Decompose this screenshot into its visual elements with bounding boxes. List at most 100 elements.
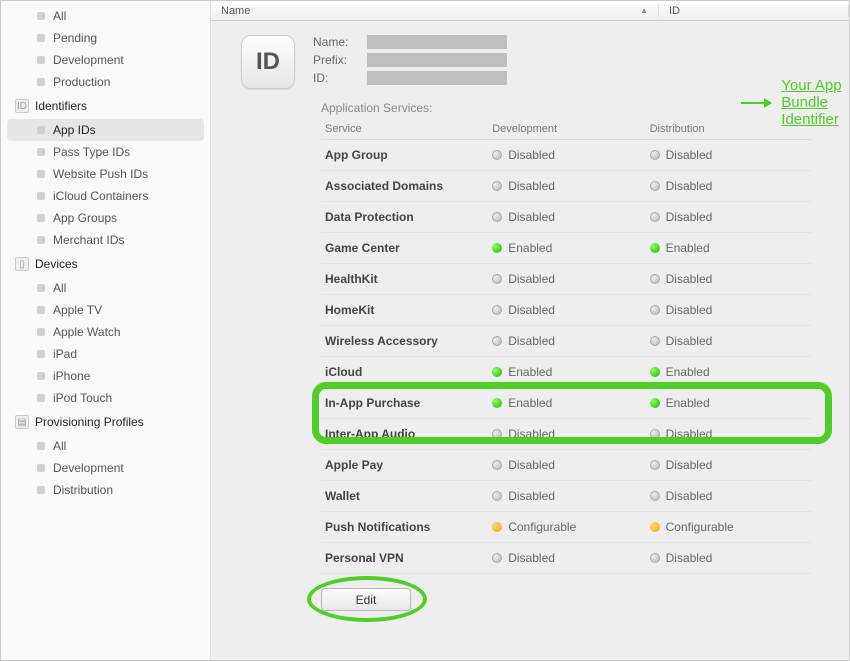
service-row: WalletDisabledDisabled	[321, 481, 811, 512]
sidebar-item[interactable]: iPhone	[1, 365, 210, 387]
status-dot-icon	[650, 553, 660, 563]
bullet-icon	[37, 56, 45, 64]
service-row: Game CenterEnabledEnabled	[321, 233, 811, 264]
column-id-label: ID	[669, 5, 680, 17]
id-value-redacted	[367, 71, 507, 85]
sidebar-item[interactable]: App Groups	[1, 207, 210, 229]
service-dist-status: Disabled	[650, 272, 807, 286]
status-text: Disabled	[666, 210, 713, 224]
status-text: Disabled	[508, 210, 555, 224]
service-name: Game Center	[325, 241, 492, 255]
service-row: Inter-App AudioDisabledDisabled	[321, 419, 811, 450]
bullet-icon	[37, 12, 45, 20]
status-dot-icon	[650, 336, 660, 346]
sidebar-item[interactable]: All	[1, 435, 210, 457]
sidebar-item[interactable]: Pending	[1, 27, 210, 49]
service-dev-status: Disabled	[492, 148, 649, 162]
status-text: Disabled	[508, 427, 555, 441]
bullet-icon	[37, 34, 45, 42]
status-text: Disabled	[666, 179, 713, 193]
sidebar-item[interactable]: Merchant IDs	[1, 229, 210, 251]
service-dev-status: Disabled	[492, 551, 649, 565]
sort-caret-icon: ▲	[640, 6, 648, 15]
sidebar-item-label: Apple TV	[53, 303, 102, 317]
sidebar-item[interactable]: Apple Watch	[1, 321, 210, 343]
service-row: Personal VPNDisabledDisabled	[321, 543, 811, 574]
sidebar-item[interactable]: Pass Type IDs	[1, 141, 210, 163]
service-dev-status: Enabled	[492, 365, 649, 379]
service-name: Wireless Accessory	[325, 334, 492, 348]
sidebar-item[interactable]: iPad	[1, 343, 210, 365]
service-row: Push NotificationsConfigurableConfigurab…	[321, 512, 811, 543]
service-row: App Group Disabled Disabled	[321, 140, 811, 171]
service-dev-status: Disabled	[492, 334, 649, 348]
sidebar-item[interactable]: App IDs	[7, 119, 204, 141]
status-text: Disabled	[666, 458, 713, 472]
main-panel: Name ▲ ID ID Name: Prefix: ID:	[211, 1, 849, 660]
service-row: Associated DomainsDisabledDisabled	[321, 171, 811, 202]
bullet-icon	[37, 192, 45, 200]
bullet-icon	[37, 170, 45, 178]
status-text: Disabled	[508, 148, 555, 162]
service-row: Wireless AccessoryDisabledDisabled	[321, 326, 811, 357]
sidebar-item[interactable]: Development	[1, 457, 210, 479]
service-name: In-App Purchase	[325, 396, 492, 410]
profile-icon: ▤	[15, 415, 29, 429]
status-text: Disabled	[666, 427, 713, 441]
sidebar-item[interactable]: iPod Touch	[1, 387, 210, 409]
column-id[interactable]: ID	[659, 5, 849, 17]
sidebar-item-label: Pending	[53, 31, 97, 45]
service-dev-status: Disabled	[492, 272, 649, 286]
status-text: Disabled	[666, 272, 713, 286]
sidebar-header-devices: ▯ Devices	[1, 251, 210, 277]
service-dist-status: Disabled	[650, 210, 807, 224]
service-dist-status: Enabled	[650, 365, 807, 379]
status-dot-icon	[492, 398, 502, 408]
status-text: Disabled	[666, 303, 713, 317]
status-dot-icon	[492, 491, 502, 501]
service-dev-status: Disabled	[492, 303, 649, 317]
service-name: HomeKit	[325, 303, 492, 317]
column-name[interactable]: Name ▲	[211, 5, 659, 17]
service-dev-status: Enabled	[492, 241, 649, 255]
service-dist-status: Disabled	[650, 489, 807, 503]
service-dist-status: Disabled	[650, 148, 807, 162]
service-name: iCloud	[325, 365, 492, 379]
sidebar-item[interactable]: Apple TV	[1, 299, 210, 321]
bullet-icon	[37, 372, 45, 380]
sidebar-header-identifiers: ID Identifiers	[1, 93, 210, 119]
bullet-icon	[37, 442, 45, 450]
service-dev-status: Enabled	[492, 396, 649, 410]
sidebar-item-label: Development	[53, 53, 124, 67]
sidebar-item[interactable]: All	[1, 277, 210, 299]
sidebar-item[interactable]: Distribution	[1, 479, 210, 501]
status-dot-icon	[492, 274, 502, 284]
sidebar-item[interactable]: Website Push IDs	[1, 163, 210, 185]
status-dot-icon	[650, 212, 660, 222]
column-headers: Name ▲ ID	[211, 1, 849, 21]
sidebar-item[interactable]: All	[1, 5, 210, 27]
service-dev-status: Disabled	[492, 489, 649, 503]
service-row: HealthKitDisabledDisabled	[321, 264, 811, 295]
arrow-icon	[741, 102, 771, 104]
service-dev-status: Configurable	[492, 520, 649, 534]
service-dist-status: Configurable	[650, 520, 807, 534]
sidebar-item-label: App IDs	[53, 123, 96, 137]
status-text: Disabled	[666, 148, 713, 162]
status-dot-icon	[650, 429, 660, 439]
bullet-icon	[37, 350, 45, 358]
sidebar-item-label: App Groups	[53, 211, 117, 225]
status-dot-icon	[650, 181, 660, 191]
service-row: iCloudEnabledEnabled	[321, 357, 811, 388]
service-name: App Group	[325, 148, 492, 162]
sidebar-item[interactable]: Development	[1, 49, 210, 71]
sidebar-header-label: Devices	[35, 257, 78, 271]
status-dot-icon	[492, 150, 502, 160]
bullet-icon	[37, 394, 45, 402]
sidebar-item[interactable]: Production	[1, 71, 210, 93]
sidebar-item[interactable]: iCloud Containers	[1, 185, 210, 207]
edit-button[interactable]: Edit	[321, 588, 411, 611]
bullet-icon	[37, 306, 45, 314]
sidebar-header-profiles: ▤ Provisioning Profiles	[1, 409, 210, 435]
sidebar-item-label: All	[53, 9, 66, 23]
